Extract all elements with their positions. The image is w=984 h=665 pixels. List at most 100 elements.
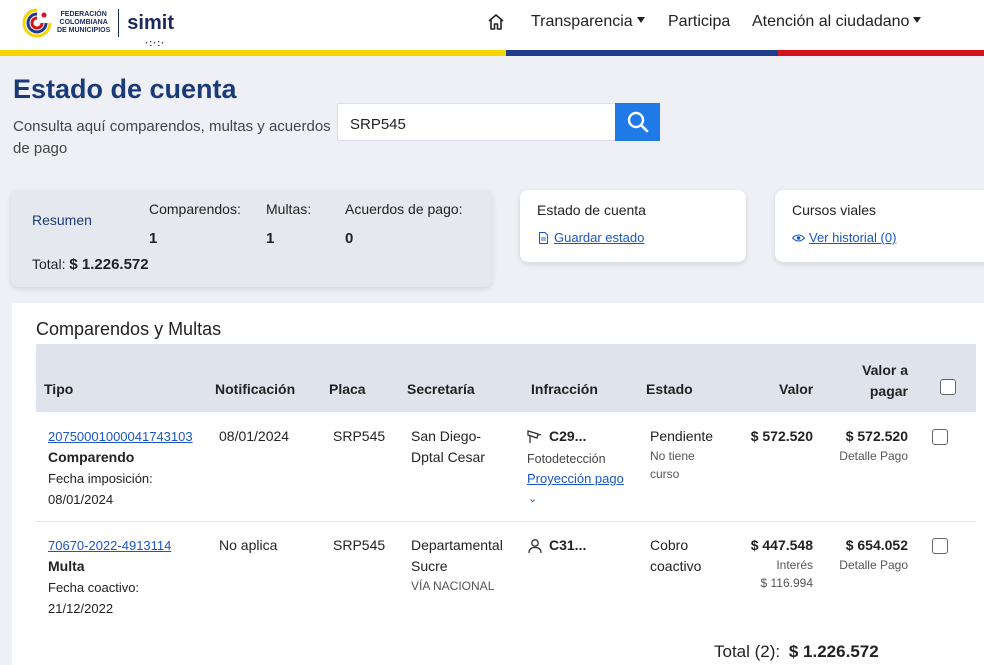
home-icon xyxy=(488,14,504,30)
th-secretaria: Secretaría xyxy=(407,381,475,397)
multas-count: 1 xyxy=(266,230,275,247)
search-input[interactable]: SRP545 xyxy=(337,103,615,141)
row-notificacion: 08/01/2024 xyxy=(219,428,290,444)
search-button[interactable] xyxy=(615,103,660,141)
th-notificacion: Notificación xyxy=(215,381,296,397)
row-valor-pagar: $ 572.520 xyxy=(845,428,908,444)
ver-historial-label: Ver historial (0) xyxy=(809,230,897,245)
row-secretaria-line2: Sucre xyxy=(411,558,448,574)
row-infraccion-code: C31... xyxy=(549,537,587,553)
row-estado-line1: Cobro xyxy=(650,537,689,553)
row-infraccion-code: C29... xyxy=(549,428,587,444)
row-estado-line2: coactivo xyxy=(650,558,702,574)
th-valor-pagar-line1: Valor a xyxy=(862,362,908,378)
acuerdos-count: 0 xyxy=(345,230,354,247)
row-infraccion[interactable]: C31... xyxy=(527,535,586,556)
row-date-label: Fecha imposición: xyxy=(48,471,153,486)
row-interes-label: Interés xyxy=(776,558,813,572)
row-valor-pagar: $ 654.052 xyxy=(845,537,908,553)
flag-stripe-yellow xyxy=(0,50,506,56)
row-type: Multa xyxy=(48,558,85,574)
summary-total-label: Total: xyxy=(32,256,66,272)
fcm-logo-text: FEDERACIÓN COLOMBIANA DE MUNICIPIOS xyxy=(57,11,111,34)
nav-atencion-label: Atención al ciudadano xyxy=(752,13,910,30)
th-placa: Placa xyxy=(329,381,366,397)
row-date-label: Fecha coactivo: xyxy=(48,580,140,595)
comparendos-label: Comparendos: xyxy=(149,201,241,217)
table-header: Tipo Notificación Placa Secretaría Infra… xyxy=(36,344,976,412)
fcm-emblem-icon xyxy=(20,6,54,40)
flag-stripe-blue xyxy=(506,50,778,56)
row-estado-sub-line1: No tiene xyxy=(650,449,695,463)
summary-card: Resumen Comparendos: 1 Multas: 1 Acuerdo… xyxy=(11,190,492,287)
simit-dots-icon: ·:·:· xyxy=(145,37,166,48)
eye-icon xyxy=(792,234,805,241)
top-navbar: FEDERACIÓN COLOMBIANA DE MUNICIPIOS simi… xyxy=(0,0,984,50)
row-checkbox[interactable] xyxy=(932,538,948,554)
summary-label: Resumen xyxy=(32,212,92,228)
row-interes: Interés $ 116.994 xyxy=(733,556,814,592)
proyeccion-pago-label: Proyección pago xyxy=(527,471,624,486)
detalle-pago-link[interactable]: Detalle Pago xyxy=(828,556,908,574)
person-icon xyxy=(528,538,542,553)
multa-number-link[interactable]: 70670-2022-4913114 xyxy=(48,535,171,556)
row-estado-sub: No tiene curso xyxy=(650,447,695,483)
chevron-down-icon xyxy=(913,17,922,23)
chevron-down-icon xyxy=(636,17,645,23)
chevron-down-icon[interactable]: ⌄ xyxy=(528,489,537,510)
nav-atencion[interactable]: Atención al ciudadano xyxy=(752,0,922,44)
row-estado-sub-line2: curso xyxy=(650,467,680,481)
document-icon xyxy=(539,231,548,244)
row-estado: Cobro coactivo xyxy=(650,535,701,577)
acuerdos-label: Acuerdos de pago: xyxy=(345,201,463,217)
guardar-estado-label: Guardar estado xyxy=(554,230,645,245)
cursos-card-title: Cursos viales xyxy=(792,202,877,218)
comparendos-count: 1 xyxy=(149,230,158,247)
th-estado: Estado xyxy=(646,381,693,397)
simit-logo-text: simit ·:·:· xyxy=(127,11,174,48)
th-infraccion: Infracción xyxy=(531,381,598,397)
table-total-value: $ 1.226.572 xyxy=(788,642,879,661)
fcm-logo[interactable]: FEDERACIÓN COLOMBIANA DE MUNICIPIOS simi… xyxy=(20,3,174,48)
th-valor-pagar-line2: pagar xyxy=(869,383,908,399)
proyeccion-pago-link[interactable]: Proyección pago xyxy=(527,468,624,489)
row-secretaria-sub: VÍA NACIONAL xyxy=(411,579,495,593)
ver-historial-link[interactable]: Ver historial (0) xyxy=(792,230,896,245)
table-total-label: Total (2): xyxy=(714,642,781,661)
row-interes-value: $ 116.994 xyxy=(760,576,814,590)
page-title: Estado de cuenta xyxy=(13,74,237,104)
nav-transparencia-label: Transparencia xyxy=(531,13,633,30)
table-total: Total (2): $ 1.226.572 xyxy=(714,642,879,662)
cursos-card: Cursos viales Ver historial (0) xyxy=(775,190,984,262)
detalle-pago-link[interactable]: Detalle Pago xyxy=(828,447,908,465)
row-divider xyxy=(36,521,976,522)
row-secretaria: Departamental Sucre xyxy=(411,535,503,577)
nav-transparencia[interactable]: Transparencia xyxy=(531,0,645,44)
th-tipo: Tipo xyxy=(44,381,74,397)
logo-divider xyxy=(118,9,120,37)
row-secretaria: San Diego- Dptal Cesar xyxy=(411,426,485,468)
camera-icon xyxy=(527,430,542,443)
select-all-checkbox[interactable] xyxy=(940,379,956,395)
row-placa: SRP545 xyxy=(333,537,386,553)
search-input-value: SRP545 xyxy=(350,116,406,133)
flag-stripe-red xyxy=(778,50,984,56)
page-subtitle: Consulta aquí comparendos, multas y acue… xyxy=(13,118,331,157)
row-date: 08/01/2024 xyxy=(48,492,114,507)
row-infraccion-sub: Fotodetección xyxy=(527,452,606,466)
row-type: Comparendo xyxy=(48,449,135,465)
home-link[interactable] xyxy=(486,0,506,44)
row-secretaria-line1: Departamental xyxy=(411,537,503,553)
row-placa: SRP545 xyxy=(333,428,386,444)
row-secretaria-line2: Dptal Cesar xyxy=(411,449,485,465)
comparendo-number-link[interactable]: 20750001000041743103 xyxy=(48,426,193,447)
row-checkbox[interactable] xyxy=(932,429,948,445)
table-title: Comparendos y Multas xyxy=(36,319,222,339)
nav-participa[interactable]: Participa xyxy=(668,0,730,44)
th-valor: Valor xyxy=(779,381,814,397)
th-valor-pagar: Valor a pagar xyxy=(838,360,908,402)
summary-total-value: $ 1.226.572 xyxy=(69,256,149,273)
row-infraccion[interactable]: C29... xyxy=(527,426,586,447)
guardar-estado-link[interactable]: Guardar estado xyxy=(538,230,644,245)
estado-card-title: Estado de cuenta xyxy=(537,202,646,218)
